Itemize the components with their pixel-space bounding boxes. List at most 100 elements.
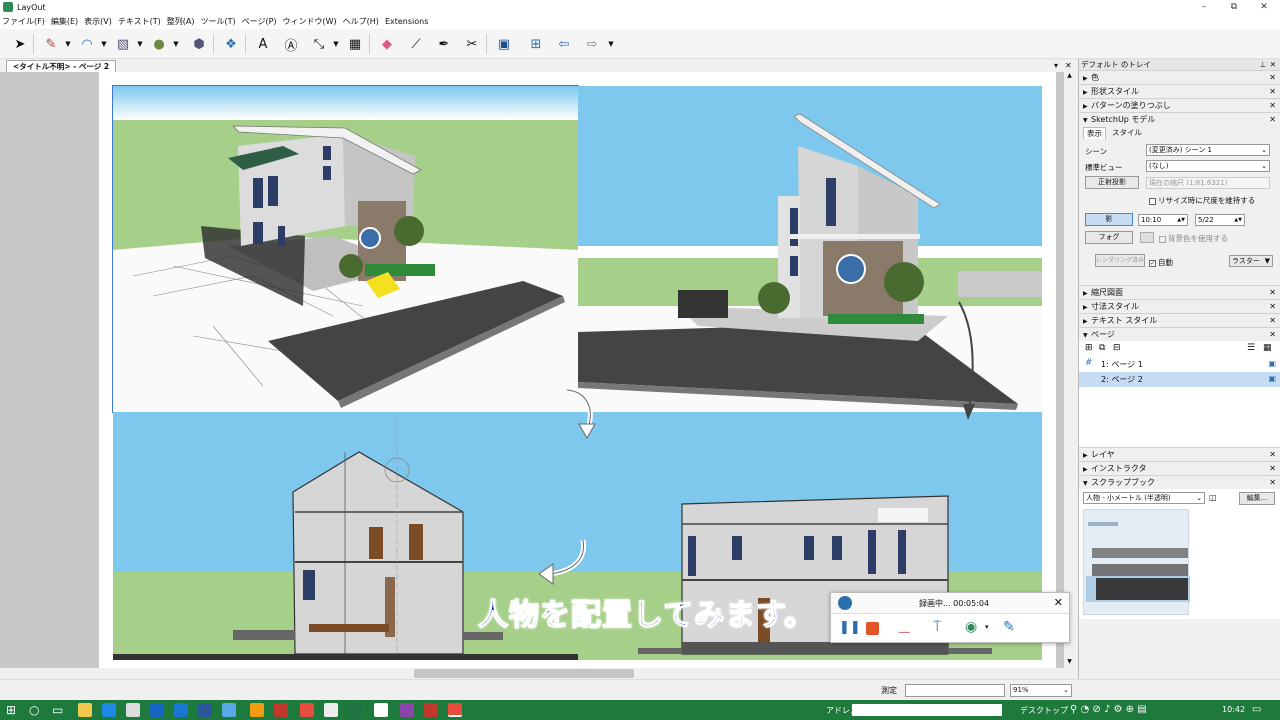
scrapbook-nav-icon[interactable]: ◫ xyxy=(1209,493,1217,502)
layout-page[interactable] xyxy=(99,72,1056,668)
store-icon[interactable] xyxy=(126,703,140,717)
windows-start-icon[interactable]: ⊞ xyxy=(6,703,16,717)
close-window-button[interactable]: ✕ xyxy=(1248,0,1280,14)
word-icon[interactable] xyxy=(198,703,212,717)
line-dropdown-icon[interactable]: ▼ xyxy=(64,35,72,53)
table-tool-icon[interactable]: ▦ xyxy=(346,35,364,53)
calculator-icon[interactable] xyxy=(324,703,338,717)
horizontal-scroll-thumb[interactable] xyxy=(414,669,634,678)
dimension-tool-icon[interactable]: ⤡ xyxy=(310,35,328,53)
section-close-icon[interactable]: ✕ xyxy=(1269,476,1276,489)
section-pages[interactable]: ▼ ページ ✕ xyxy=(1079,327,1280,341)
render-button[interactable]: レンダリング済み xyxy=(1095,254,1145,267)
list-view-icon[interactable]: ☰ xyxy=(1247,343,1255,353)
style-apply-icon[interactable]: ✒ xyxy=(435,35,453,53)
menu-extensions[interactable]: Extensions xyxy=(385,17,428,26)
delete-page-icon[interactable]: ⊟ xyxy=(1113,343,1121,353)
page-list-item-selected[interactable]: 2: ページ 2 ▣ xyxy=(1079,372,1280,387)
section-close-icon[interactable]: ✕ xyxy=(1269,314,1276,327)
scrapbook-select[interactable]: 人物 - 小メートル (半透明) ⌄ xyxy=(1083,492,1205,504)
menu-window[interactable]: ウィンドウ(W) xyxy=(283,16,337,27)
section-scaled-drawing[interactable]: ▶ 縮尺図面 ✕ xyxy=(1079,285,1280,299)
measurement-input[interactable] xyxy=(905,684,1005,697)
close-document-button[interactable]: ✕ xyxy=(1065,59,1072,72)
duplicate-page-icon[interactable]: ⧉ xyxy=(1099,343,1105,353)
rectangle-dropdown-icon[interactable]: ▼ xyxy=(136,35,144,53)
maximize-button[interactable]: ⧉ xyxy=(1218,0,1250,14)
fog-button[interactable]: フォグ xyxy=(1085,231,1133,244)
section-color[interactable]: ▶ 色 ✕ xyxy=(1079,70,1280,84)
app-icon-red-2[interactable] xyxy=(300,703,314,717)
select-tool-icon[interactable]: ➤ xyxy=(11,35,29,53)
menu-view[interactable]: 表示(V) xyxy=(84,16,112,27)
style-picker-icon[interactable]: ⟋ xyxy=(407,35,425,53)
scale-select[interactable]: 現在の縮尺 (1:81.6321) xyxy=(1146,177,1270,189)
document-canvas[interactable] xyxy=(0,72,1064,668)
minimize-button[interactable]: – xyxy=(1188,0,1220,14)
pin-icon[interactable]: ⊥ xyxy=(1259,59,1266,70)
viewport-exterior-front[interactable] xyxy=(112,85,579,413)
section-close-icon[interactable]: ✕ xyxy=(1269,113,1276,126)
section-shape-style[interactable]: ▶ 形状スタイル ✕ xyxy=(1079,84,1280,98)
layout-taskbar-icon[interactable] xyxy=(448,703,462,717)
text-tool-icon[interactable]: A xyxy=(254,35,272,53)
dimension-dropdown-icon[interactable]: ▼ xyxy=(332,35,340,53)
section-sketchup-model[interactable]: ▼ SketchUp モデル ✕ xyxy=(1079,112,1280,126)
webcam-dropdown-icon[interactable]: ▾ xyxy=(985,623,989,631)
task-view-icon[interactable]: ▭ xyxy=(52,703,63,717)
section-close-icon[interactable]: ✕ xyxy=(1269,286,1276,299)
menu-help[interactable]: ヘルプ(H) xyxy=(343,16,379,27)
outlook-icon[interactable] xyxy=(174,703,188,717)
auto-render-checkbox[interactable]: ✓ 自動 xyxy=(1149,257,1173,268)
menu-file[interactable]: ファイル(F) xyxy=(2,16,45,27)
section-text-style[interactable]: ▶ テキスト スタイル ✕ xyxy=(1079,313,1280,327)
pause-icon[interactable]: ❚❚ xyxy=(839,620,861,635)
app-icon-light-blue[interactable] xyxy=(222,703,236,717)
tab-view[interactable]: 表示 xyxy=(1083,127,1106,139)
offset-tool-icon[interactable]: ❖ xyxy=(222,35,240,53)
presentation-icon[interactable]: ▣ xyxy=(495,35,513,53)
zoom-select[interactable]: 91% ⌄ xyxy=(1010,684,1072,697)
circle-dropdown-icon[interactable]: ▼ xyxy=(172,35,180,53)
menu-edit[interactable]: 編集(E) xyxy=(51,16,78,27)
section-close-icon[interactable]: ✕ xyxy=(1269,462,1276,475)
tray-icons[interactable]: ⚲ ◔ ⊘ ♪ ⚙ ⊕ ▤ xyxy=(1070,704,1147,715)
app-icon-blue[interactable] xyxy=(150,703,164,717)
section-pattern-fill[interactable]: ▶ パターンの塗りつぶし ✕ xyxy=(1079,98,1280,112)
menu-text[interactable]: テキスト(T) xyxy=(118,16,161,27)
app-icon-red[interactable] xyxy=(274,703,288,717)
orthographic-button[interactable]: 正射投影 xyxy=(1085,176,1139,189)
highlighter-icon[interactable]: ⍑ xyxy=(933,619,941,635)
toolbar-overflow-icon[interactable]: ▼ xyxy=(607,35,615,53)
tab-style[interactable]: スタイル xyxy=(1109,127,1145,139)
raster-select[interactable]: ラスター ▼ xyxy=(1229,255,1273,267)
section-scrapbook[interactable]: ▼ スクラップブック ✕ xyxy=(1079,475,1280,489)
section-close-icon[interactable]: ✕ xyxy=(1269,448,1276,461)
add-page-icon[interactable]: ⊞ xyxy=(1085,343,1093,353)
label-tool-icon[interactable]: Ⓐ xyxy=(282,35,300,54)
split-tool-icon[interactable]: ✂ xyxy=(463,35,481,53)
section-close-icon[interactable]: ✕ xyxy=(1269,300,1276,313)
keep-scale-checkbox[interactable]: リサイズ時に尺度を維持する xyxy=(1149,195,1255,206)
stop-icon[interactable] xyxy=(866,622,879,635)
horizontal-scrollbar[interactable] xyxy=(0,668,1075,679)
section-layers[interactable]: ▶ レイヤ ✕ xyxy=(1079,447,1280,461)
section-close-icon[interactable]: ✕ xyxy=(1269,328,1276,341)
scrapbook-thumbnail[interactable] xyxy=(1083,509,1190,615)
menu-pages[interactable]: ページ(P) xyxy=(242,16,277,27)
shadow-time-input[interactable]: 10:10 ▲▼ xyxy=(1138,214,1188,226)
tab-list-icon[interactable]: ▾ xyxy=(1054,59,1058,72)
scroll-down-icon[interactable]: ▼ xyxy=(1065,658,1074,668)
previous-page-icon[interactable]: ⇦ xyxy=(555,35,573,53)
menu-tools[interactable]: ツール(T) xyxy=(200,16,235,27)
app-icon-orange[interactable] xyxy=(250,703,264,717)
circle-tool-icon[interactable]: ● xyxy=(150,35,168,53)
scroll-up-icon[interactable]: ▲ xyxy=(1065,72,1074,82)
add-page-icon[interactable]: ⊞ xyxy=(527,35,545,53)
section-dimension-style[interactable]: ▶ 寸法スタイル ✕ xyxy=(1079,299,1280,313)
pen-icon[interactable]: ✎ xyxy=(1003,619,1015,635)
background-color-checkbox[interactable]: 背景色を使用する xyxy=(1159,233,1228,244)
webcam-icon[interactable]: ◉ xyxy=(965,619,977,635)
section-close-icon[interactable]: ✕ xyxy=(1269,85,1276,98)
app-icon-white[interactable] xyxy=(374,703,388,717)
